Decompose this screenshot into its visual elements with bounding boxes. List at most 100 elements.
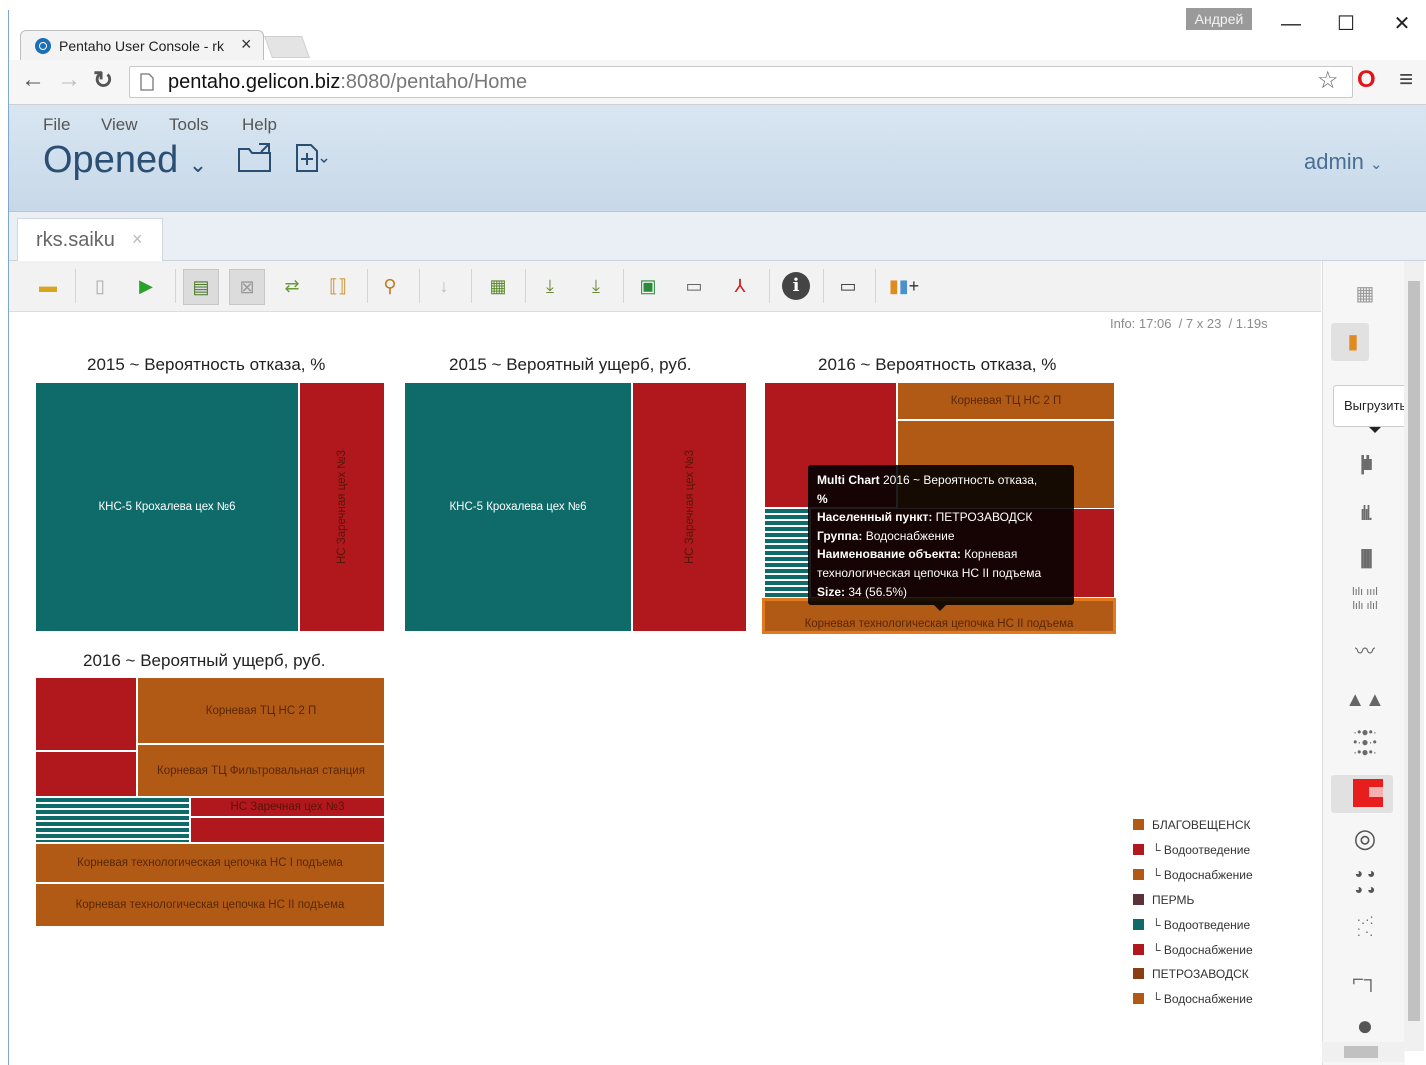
open-query-icon[interactable]: ▬ bbox=[31, 269, 65, 303]
zoom-icon[interactable]: ⚲ bbox=[373, 269, 407, 303]
info-time: 17:06 bbox=[1138, 316, 1172, 331]
multi-pie-icon[interactable]: ◕ ◕ ◕ ◕ bbox=[1345, 865, 1385, 899]
close-tab-icon[interactable]: × bbox=[241, 34, 252, 55]
user-menu[interactable]: admin ⌄ bbox=[1304, 149, 1383, 175]
legend-item[interactable]: └ Водоснабжение bbox=[1133, 992, 1253, 1006]
toolbar-separator bbox=[175, 269, 176, 303]
presentation-icon[interactable]: ▭ bbox=[831, 269, 865, 303]
chart-type-sidebar: ▦ ▮ Выгрузить |ılı ılıl. |||| lılı ıııl l… bbox=[1322, 261, 1415, 1065]
treemap-cell[interactable] bbox=[190, 817, 385, 843]
hundred-percent-bar-icon[interactable]: |||| bbox=[1345, 541, 1385, 575]
heatgrid-icon[interactable]: ·•●•· •·●·• ·•●•· bbox=[1345, 726, 1385, 761]
run-query-icon[interactable]: ▶ bbox=[129, 269, 163, 303]
toggle-fields-icon[interactable]: ⊠ bbox=[229, 269, 265, 305]
forward-arrow-icon[interactable]: → bbox=[57, 66, 81, 94]
app-header: File View Tools Help Opened ⌄ admin ⌄ bbox=[9, 105, 1426, 212]
legend-item[interactable]: ПЕТРОЗАВОДСК bbox=[1133, 967, 1249, 981]
treemap-cell[interactable]: Корневая технологическая цепочка НС II п… bbox=[35, 883, 385, 927]
minimize-button[interactable]: — bbox=[1271, 10, 1311, 38]
legend-swatch bbox=[1133, 869, 1144, 880]
legend-item[interactable]: └ Водоотведение bbox=[1133, 918, 1250, 932]
treemap-cell[interactable]: Корневая технологическая цепочка НС I по… bbox=[35, 843, 385, 883]
treemap-cell[interactable]: КНС-5 Крохалева цех №6 bbox=[404, 382, 632, 632]
bookmark-star-icon[interactable]: ☆ bbox=[1317, 66, 1339, 95]
area-chart-icon[interactable]: ▲▲ bbox=[1345, 683, 1385, 717]
show-mdx-icon[interactable]: ▦ bbox=[481, 269, 515, 303]
browser-tab[interactable]: Pentaho User Console - rk × bbox=[20, 30, 264, 61]
scatter-icon[interactable]: ·.·:: ·. bbox=[1345, 912, 1385, 947]
maximize-button[interactable]: ☐ bbox=[1326, 10, 1366, 38]
close-document-icon[interactable]: × bbox=[132, 229, 143, 250]
stacked-bar-icon[interactable]: ılıl. bbox=[1345, 497, 1385, 531]
perspective-selector[interactable]: Opened ⌄ bbox=[43, 139, 207, 182]
menu-icon[interactable]: ≡ bbox=[1399, 66, 1413, 94]
new-tab-button[interactable] bbox=[263, 36, 311, 58]
info-label: Info: bbox=[1110, 316, 1136, 331]
info-icon[interactable]: i bbox=[779, 269, 813, 303]
url-field[interactable]: pentaho.gelicon.biz:8080/pentaho/Home bbox=[129, 66, 1353, 98]
vertical-scrollbar[interactable] bbox=[1404, 261, 1424, 1051]
open-folder-icon[interactable] bbox=[237, 141, 275, 175]
cell-label: Корневая технологическая цепочка НС II п… bbox=[804, 618, 1074, 630]
chart-title: 2015 ~ Вероятность отказа, % bbox=[87, 355, 326, 374]
new-query-icon[interactable]: ▯ bbox=[83, 269, 117, 303]
tooltip-line: технологическая цепочка НС II подъема bbox=[817, 565, 1042, 580]
scrollbar-thumb[interactable] bbox=[1344, 1046, 1378, 1058]
menu-tools[interactable]: Tools bbox=[169, 115, 209, 135]
sunburst-icon[interactable]: ◎ bbox=[1345, 821, 1385, 855]
waterfall-icon[interactable]: ⌐┐ bbox=[1345, 963, 1385, 997]
treemap-cell[interactable] bbox=[35, 677, 137, 751]
treemap-cell[interactable]: КНС-5 Крохалева цех №6 bbox=[35, 382, 299, 632]
swap-axis-icon[interactable]: ⟦⟧ bbox=[321, 269, 355, 303]
opera-icon[interactable]: O bbox=[1357, 66, 1376, 94]
pie-chart-icon[interactable]: ● bbox=[1345, 1009, 1385, 1043]
scrollbar-thumb[interactable] bbox=[1408, 281, 1420, 1021]
multiple-bar-icon[interactable]: lılı ıııl lılı ılıl bbox=[1345, 585, 1385, 619]
legend-swatch bbox=[1133, 819, 1144, 830]
treemap-cell[interactable]: НС Заречная цех №3 bbox=[632, 382, 747, 632]
treemap-cell[interactable] bbox=[35, 797, 190, 843]
export-down-icon[interactable]: ⤓ bbox=[533, 269, 567, 303]
bar-chart-icon[interactable]: |ılı bbox=[1345, 447, 1385, 481]
legend-item[interactable]: └ Водоснабжение bbox=[1133, 943, 1253, 957]
legend-item[interactable]: └ Водоотведение bbox=[1133, 843, 1250, 857]
menu-view[interactable]: View bbox=[101, 115, 138, 135]
add-chart-icon[interactable]: ▮▮+ bbox=[881, 269, 927, 303]
export-excel-icon[interactable]: ▣ bbox=[631, 269, 665, 303]
menu-help[interactable]: Help bbox=[242, 115, 277, 135]
line-chart-icon[interactable]: 〰 bbox=[1345, 635, 1385, 669]
table-view-icon[interactable]: ▦ bbox=[1345, 277, 1385, 311]
legend-label: └ Водоснабжение bbox=[1152, 992, 1253, 1006]
back-arrow-icon[interactable]: ← bbox=[21, 66, 45, 94]
treemap-cell[interactable]: Корневая ТЦ Фильтровальная станция bbox=[137, 744, 385, 797]
new-document-icon[interactable] bbox=[295, 143, 333, 175]
tooltip-key: Size: bbox=[817, 584, 846, 599]
reload-icon[interactable]: ↻ bbox=[93, 66, 113, 95]
document-tab[interactable]: rks.saiku × bbox=[17, 218, 163, 261]
export-down-alt-icon[interactable]: ⤓ bbox=[579, 269, 613, 303]
drill-down-icon[interactable]: ↓ bbox=[427, 269, 461, 303]
toolbar-separator bbox=[769, 269, 770, 303]
legend-item[interactable]: ПЕРМЬ bbox=[1133, 893, 1194, 907]
tooltip-line: % bbox=[817, 490, 1065, 509]
legend-item[interactable]: └ Водоснабжение bbox=[1133, 868, 1253, 882]
treemap-icon[interactable] bbox=[1353, 779, 1383, 807]
close-window-button[interactable]: ✕ bbox=[1382, 10, 1422, 38]
chart-view-icon[interactable]: ▮ bbox=[1333, 325, 1373, 359]
toolbar-separator bbox=[471, 269, 472, 303]
horizontal-scrollbar[interactable] bbox=[1322, 1042, 1404, 1062]
browser-user-badge[interactable]: Андрей bbox=[1186, 8, 1252, 30]
treemap-cell[interactable] bbox=[764, 508, 810, 598]
treemap-cell[interactable]: Корневая ТЦ НС 2 П bbox=[137, 677, 385, 744]
treemap-cell[interactable]: Корневая ТЦ НС 2 П bbox=[897, 382, 1115, 420]
non-empty-icon[interactable]: ⇄ bbox=[275, 269, 309, 303]
export-csv-icon[interactable]: ▭ bbox=[677, 269, 711, 303]
treemap-cell[interactable]: НС Заречная цех №3 bbox=[190, 797, 385, 817]
automatic-execution-icon[interactable]: ▤ bbox=[183, 269, 219, 305]
export-pdf-icon[interactable]: ⅄ bbox=[723, 269, 757, 303]
legend-label: └ Водоотведение bbox=[1152, 918, 1251, 932]
legend-item[interactable]: БЛАГОВЕЩЕНСК bbox=[1133, 818, 1251, 832]
treemap-cell[interactable] bbox=[35, 751, 137, 797]
menu-file[interactable]: File bbox=[43, 115, 70, 135]
treemap-cell[interactable]: НС Заречная цех №3 bbox=[299, 382, 385, 632]
